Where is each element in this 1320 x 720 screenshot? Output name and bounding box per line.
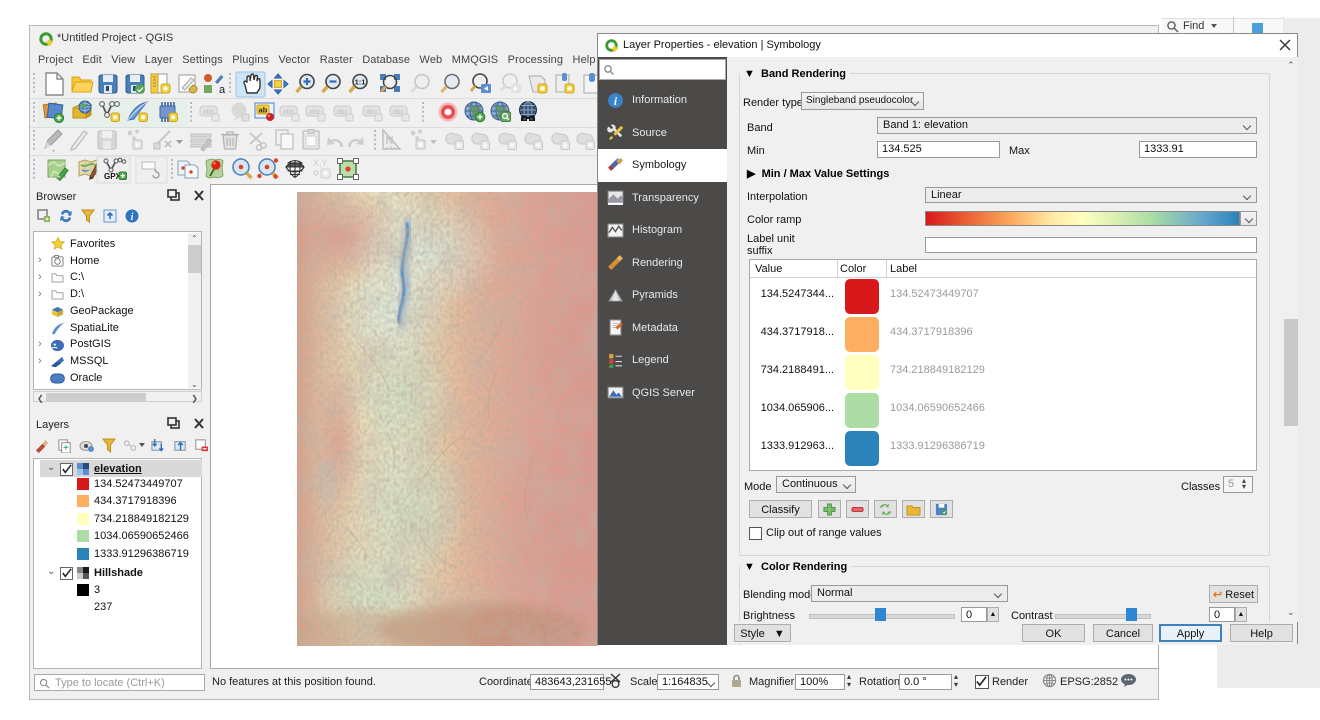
svg-text:i: i [131, 212, 134, 223]
